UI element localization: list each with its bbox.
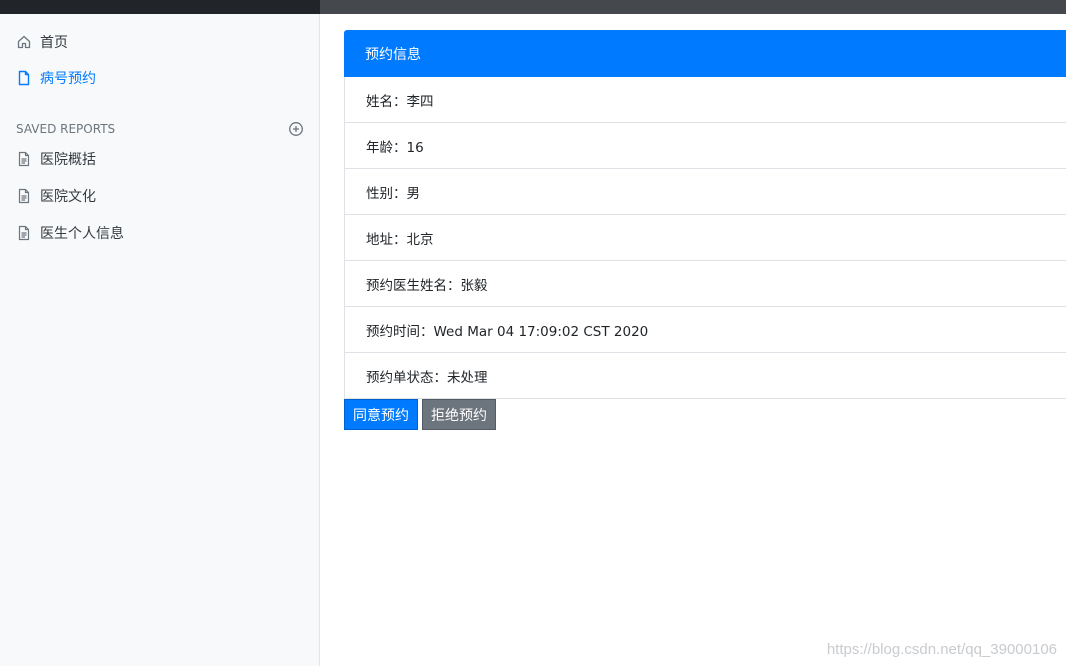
accept-appointment-button[interactable]: 同意预约 bbox=[344, 399, 418, 430]
info-row-doctor: 预约医生姓名：张毅 bbox=[344, 261, 1066, 307]
info-row-gender: 性别：男 bbox=[344, 169, 1066, 215]
top-navbar-right bbox=[320, 0, 1066, 14]
sidebar-item-label: 医院文化 bbox=[40, 189, 96, 205]
action-buttons: 同意预约 拒绝预约 bbox=[344, 399, 1066, 430]
file-text-icon bbox=[16, 225, 32, 241]
file-icon bbox=[16, 70, 32, 86]
reject-appointment-button[interactable]: 拒绝预约 bbox=[422, 399, 496, 430]
card-header: 预约信息 bbox=[344, 30, 1066, 77]
info-row-address: 地址：北京 bbox=[344, 215, 1066, 261]
info-row-time: 预约时间：Wed Mar 04 17:09:02 CST 2020 bbox=[344, 307, 1066, 353]
sidebar-item-appointment[interactable]: 病号预约 bbox=[16, 66, 96, 90]
sidebar-item-label: 医院概括 bbox=[40, 152, 96, 168]
sidebar-report-overview[interactable]: 医院概括 bbox=[16, 147, 96, 171]
file-text-icon bbox=[16, 188, 32, 204]
home-icon bbox=[16, 34, 32, 50]
sidebar-item-label: 病号预约 bbox=[40, 71, 96, 87]
sidebar-item-home[interactable]: 首页 bbox=[16, 30, 68, 54]
sidebar-item-label: 医生个人信息 bbox=[40, 226, 124, 242]
sidebar-item-label: 首页 bbox=[40, 35, 68, 51]
top-navbar bbox=[0, 0, 320, 14]
card-title: 预约信息 bbox=[365, 46, 421, 63]
appointment-panel: 预约信息 姓名：李四 年龄：16 性别：男 地址：北京 预约医生姓名：张毅 预约… bbox=[344, 30, 1066, 430]
saved-reports-heading: SAVED REPORTS bbox=[16, 121, 304, 137]
file-text-icon bbox=[16, 151, 32, 167]
section-title: SAVED REPORTS bbox=[16, 122, 116, 136]
info-row-status: 预约单状态：未处理 bbox=[344, 353, 1066, 399]
sidebar-report-doctor-info[interactable]: 医生个人信息 bbox=[16, 221, 124, 245]
sidebar-report-culture[interactable]: 医院文化 bbox=[16, 184, 96, 208]
watermark: https://blog.csdn.net/qq_39000106 bbox=[826, 641, 1057, 658]
info-row-age: 年龄：16 bbox=[344, 123, 1066, 169]
add-report-icon[interactable] bbox=[288, 121, 304, 137]
sidebar: 首页 病号预约 SAVED REPORTS 医院概括 医院文化 医生个人信息 bbox=[0, 14, 320, 666]
info-row-name: 姓名：李四 bbox=[344, 77, 1066, 123]
